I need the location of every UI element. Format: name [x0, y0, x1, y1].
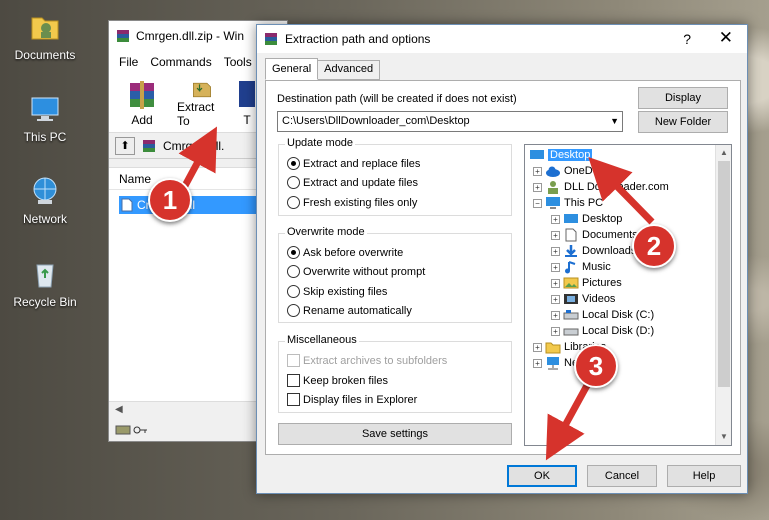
step-badge-2: 2	[632, 224, 676, 268]
step-badge-3: 3	[574, 344, 618, 388]
tab-general[interactable]: General	[265, 58, 319, 80]
step-badge-1: 1	[148, 178, 192, 222]
arrow-step-2	[588, 157, 655, 225]
arrow-step-3	[545, 378, 594, 461]
